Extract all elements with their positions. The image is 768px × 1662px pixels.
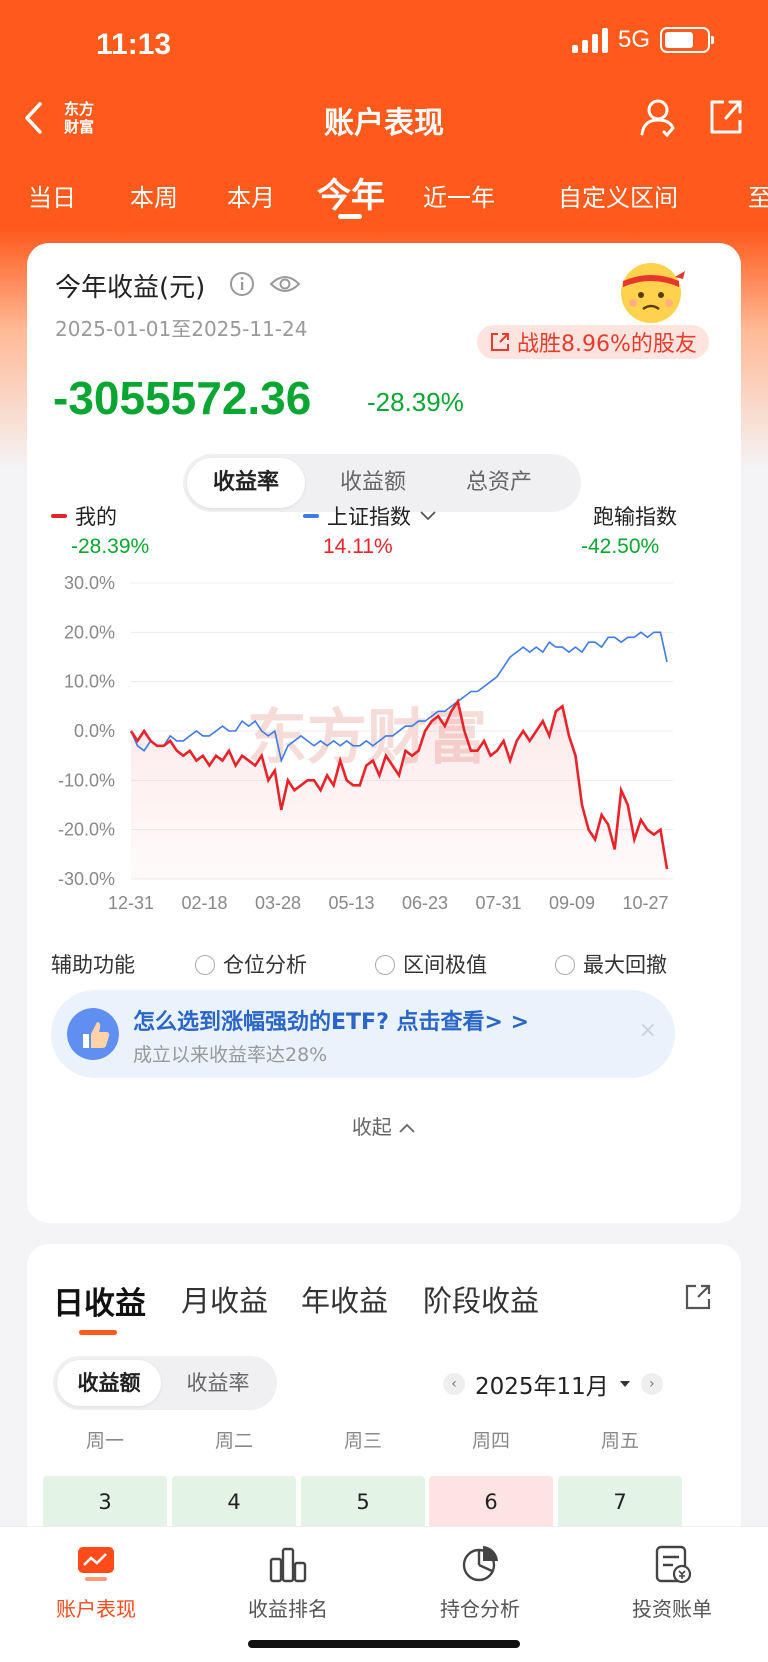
thumbs-up-icon [67, 1008, 119, 1060]
user-icon[interactable] [638, 96, 678, 138]
x-tick-label: 09-09 [549, 893, 595, 913]
status-time: 11:13 [96, 28, 172, 61]
tab-custom-range[interactable]: 自定义区间 [558, 178, 678, 213]
tab-today[interactable]: 当日 [28, 178, 76, 213]
share-icon[interactable] [706, 96, 746, 138]
radio-icon [195, 955, 215, 975]
aux-functions: 辅助功能 仓位分析 区间极值 最大回撤 [51, 943, 731, 983]
weekday-mon: 周一 [85, 1430, 124, 1452]
tabbar-profit-ranking[interactable]: 收益排名 [192, 1541, 384, 1622]
tab-monthly-profit[interactable]: 月收益 [181, 1278, 268, 1320]
chevron-up-icon [399, 1123, 415, 1133]
tab-indicator [338, 214, 362, 219]
x-tick-label: 02-18 [181, 893, 227, 913]
aux-range-extremes[interactable]: 区间极值 [375, 949, 487, 979]
network-type: 5G [617, 26, 650, 53]
chevron-down-icon [420, 511, 436, 521]
period-tabs: 当日 本周 本月 今年 近一年 自定义区间 至 [0, 160, 768, 224]
x-tick-label: 12-31 [108, 893, 154, 913]
calendar-mode-switch: 收益额 收益率 [53, 1356, 277, 1410]
month-selector: ‹ 2025年11月 › [443, 1364, 723, 1404]
y-tick-label: -10.0% [58, 770, 115, 790]
y-tick-label: 20.0% [64, 622, 115, 642]
tabbar-investment-bill[interactable]: 投资账单 [576, 1541, 768, 1622]
info-icon[interactable] [229, 271, 255, 297]
beat-percent-badge[interactable]: 战胜8.96%的股友 [477, 325, 709, 359]
beat-percent-text: 战胜8.96%的股友 [517, 332, 697, 357]
tabbar-holding-analysis[interactable]: 持仓分析 [384, 1541, 576, 1622]
next-month-button[interactable]: › [640, 1373, 663, 1395]
status-indicators: 5G [571, 26, 714, 54]
weekday-fri: 周五 [600, 1430, 639, 1452]
tab-year[interactable]: 今年 [317, 168, 385, 217]
trend-icon [78, 1547, 114, 1581]
mode-amount-tab[interactable]: 收益额 [57, 1360, 161, 1406]
etf-promo-banner[interactable]: 怎么选到涨幅强劲的ETF? 点击查看> > 成立以来收益率达28% × [51, 990, 675, 1078]
legend-diff-value: -42.50% [581, 535, 660, 558]
battery-icon [660, 27, 714, 53]
metric-rate-tab[interactable]: 收益率 [187, 458, 305, 508]
x-tick-label: 03-28 [255, 893, 301, 913]
y-tick-label: -30.0% [58, 869, 115, 889]
aux-label: 辅助功能 [51, 953, 135, 977]
close-icon[interactable]: × [639, 1018, 657, 1043]
weekday-tue: 周二 [214, 1430, 253, 1452]
tab-stage-profit[interactable]: 阶段收益 [423, 1278, 539, 1320]
signal-icon [571, 27, 608, 53]
total-profit: -3055572.36 [53, 372, 312, 424]
current-month[interactable]: 2025年11月 [475, 1367, 609, 1401]
weekday-thu: 周四 [471, 1430, 510, 1452]
weekday-wed: 周三 [343, 1430, 382, 1452]
home-indicator [248, 1640, 520, 1648]
legend-diff: 跑输指数 [593, 505, 677, 529]
y-tick-label: 30.0% [64, 573, 115, 593]
share-icon[interactable] [683, 1282, 713, 1312]
x-tick-label: 10-27 [623, 893, 669, 913]
tab-last-year[interactable]: 近一年 [423, 178, 495, 213]
tab-week[interactable]: 本周 [130, 178, 178, 213]
radio-icon [375, 955, 395, 975]
tab-yearly-profit[interactable]: 年收益 [301, 1278, 388, 1320]
aux-max-drawdown[interactable]: 最大回撤 [555, 949, 667, 979]
aux-position-analysis[interactable]: 仓位分析 [195, 949, 307, 979]
pie-icon [462, 1546, 498, 1582]
y-tick-label: 0.0% [74, 721, 115, 741]
promo-subtitle: 成立以来收益率达28% [133, 1044, 328, 1066]
tab-indicator [79, 1330, 117, 1335]
date-range: 2025-01-01至2025-11-24 [55, 317, 308, 341]
summary-title: 今年收益(元) [55, 273, 206, 303]
prev-month-button[interactable]: ‹ [443, 1373, 465, 1395]
tab-month[interactable]: 本月 [227, 178, 275, 213]
profit-rate: -28.39% [367, 387, 464, 417]
legend-mine-value: -28.39% [71, 535, 150, 558]
caret-down-icon[interactable] [619, 1379, 631, 1389]
legend-index-value: 14.11% [323, 535, 393, 558]
metric-assets-tab[interactable]: 总资产 [437, 454, 561, 512]
legend-mine: 我的 [51, 501, 117, 531]
mascot-icon [621, 263, 685, 323]
share-icon [491, 333, 509, 351]
nav-bar: 东方 财富 账户表现 [0, 88, 768, 148]
bill-icon [655, 1545, 692, 1584]
collapse-button[interactable]: 收起 [27, 1111, 741, 1140]
tab-daily-profit[interactable]: 日收益 [53, 1278, 146, 1323]
radio-icon [555, 955, 575, 975]
legend-index[interactable]: 上证指数 [303, 501, 437, 531]
eye-icon[interactable] [269, 271, 301, 297]
promo-title: 怎么选到涨幅强劲的ETF? 点击查看> > [133, 1010, 530, 1035]
mode-rate-tab[interactable]: 收益率 [165, 1356, 271, 1410]
tabbar-account-performance[interactable]: 账户表现 [0, 1541, 192, 1622]
bar-rank-icon [269, 1547, 307, 1583]
x-tick-label: 05-13 [329, 893, 375, 913]
x-tick-label: 06-23 [402, 893, 448, 913]
x-tick-label: 07-31 [476, 893, 522, 913]
status-bar: 11:13 5G [0, 0, 768, 90]
y-tick-label: 10.0% [64, 672, 115, 692]
summary-card: 今年收益(元) 2025-01-01至2025-11-24 战胜8.96%的股友… [27, 243, 741, 1223]
performance-chart[interactable]: 东方财富 30.0%20.0%10.0%0.0%-10.0%-20.0%-30.… [27, 573, 741, 953]
tab-more[interactable]: 至 [748, 178, 768, 213]
y-tick-label: -20.0% [58, 820, 115, 840]
